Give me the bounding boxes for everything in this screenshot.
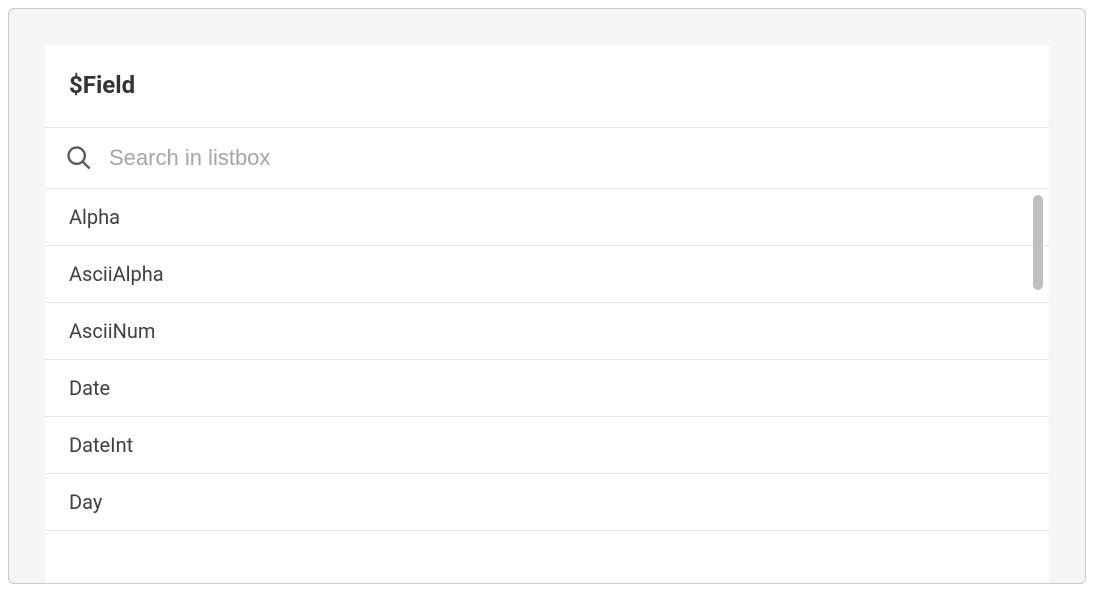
listbox-title: $Field — [69, 71, 1025, 99]
list-item[interactable]: DateInt — [45, 417, 1049, 474]
list-item-label: Date — [69, 376, 110, 400]
list-item-label: AsciiNum — [69, 319, 155, 343]
list-items: Alpha AsciiAlpha AsciiNum Date DateInt — [45, 189, 1049, 583]
scrollbar-thumb[interactable] — [1033, 195, 1043, 290]
list-item[interactable]: AsciiAlpha — [45, 246, 1049, 303]
list-item[interactable]: Alpha — [45, 189, 1049, 246]
list-item-label: DateInt — [69, 433, 133, 457]
list-item[interactable]: Day — [45, 474, 1049, 531]
list-item-label: AsciiAlpha — [69, 262, 164, 286]
list-item-label: Alpha — [69, 205, 120, 229]
list-item[interactable]: AsciiNum — [45, 303, 1049, 360]
search-icon — [65, 144, 93, 172]
list-container: Alpha AsciiAlpha AsciiNum Date DateInt — [45, 189, 1049, 583]
list-item[interactable]: Date — [45, 360, 1049, 417]
search-input[interactable] — [109, 145, 1029, 171]
list-item-label: Day — [69, 490, 102, 514]
listbox-header: $Field — [45, 45, 1049, 128]
search-row — [45, 128, 1049, 189]
scrollbar-track[interactable] — [1033, 195, 1043, 577]
outer-frame: $Field Alpha AsciiAlpha — [0, 0, 1094, 592]
panel-container: $Field Alpha AsciiAlpha — [8, 8, 1086, 584]
field-listbox: $Field Alpha AsciiAlpha — [45, 45, 1049, 583]
